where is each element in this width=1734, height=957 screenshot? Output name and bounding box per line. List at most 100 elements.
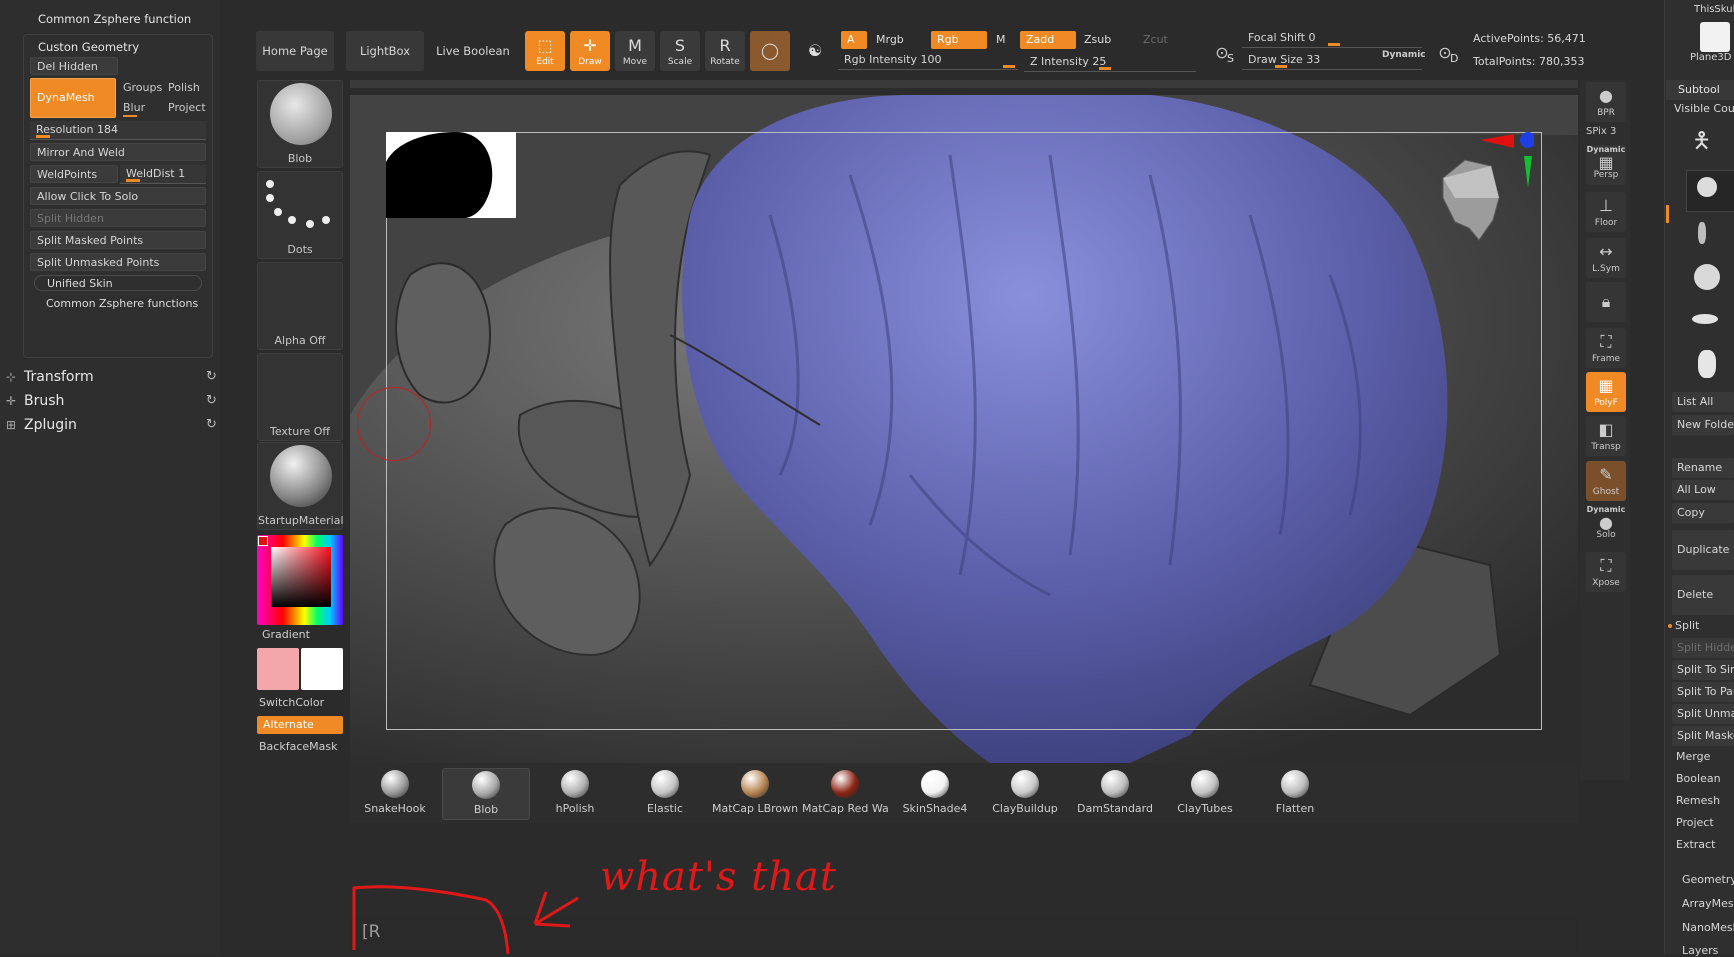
welddist-slider[interactable]: WeldDist 1 [120,165,206,184]
color-saturation-square[interactable] [271,547,331,607]
allow-click-to-solo-button[interactable]: Allow Click To Solo [30,187,206,205]
split-masked-points-button[interactable]: Split Masked Points [30,231,206,249]
brush-slot[interactable]: MatCap Red Wax [802,768,888,818]
zcut-toggle[interactable]: Zcut [1137,31,1193,49]
switch-color-button[interactable]: SwitchColor [259,696,324,709]
subtool-bust-icon[interactable] [1698,350,1716,378]
a-toggle[interactable]: A [841,31,867,49]
bpr-button[interactable]: ● BPR [1586,82,1626,122]
merge-subpalette[interactable]: Merge [1676,750,1710,763]
color-picker[interactable] [257,535,343,625]
project-toggle[interactable]: Project [168,99,212,117]
refresh-icon[interactable]: ↻ [206,414,217,436]
sculptris-pro-button[interactable]: ◯ [750,31,790,71]
alternate-button[interactable]: Alternate [257,716,343,734]
all-low-button[interactable]: All Low [1672,480,1734,500]
subtool-disc-icon[interactable] [1692,314,1718,324]
live-boolean-button[interactable]: Live Boolean [434,31,512,71]
lsym-button[interactable]: ↔ L.Sym [1586,238,1626,278]
tool-thumb-label[interactable]: ThisSkul [1694,4,1734,15]
group-title[interactable]: Custon Geometry [38,40,139,54]
secondary-color-swatch[interactable] [301,648,343,690]
dynamesh-button[interactable]: DynaMesh [30,78,116,118]
move-mode-button[interactable]: M Move [615,31,655,71]
split-unmasked-button[interactable]: Split Unmas [1672,704,1734,724]
layers-menu[interactable]: Layers [1682,944,1718,957]
lightbox-button[interactable]: LightBox [346,31,424,71]
subtool-figure-icon[interactable]: 🯅︎ [1692,124,1711,162]
s-toggle[interactable]: S [1227,52,1234,65]
mrgb-toggle[interactable]: Mrgb [870,31,928,49]
brush-slot[interactable]: hPolish [532,768,618,818]
split-subpalette[interactable]: Split [1675,619,1699,632]
backface-mask-button[interactable]: BackfaceMask [259,740,337,753]
head-orientation-icon[interactable] [1435,158,1505,242]
xpose-button[interactable]: ⛶ Xpose [1586,552,1626,592]
rotate-mode-button[interactable]: R Rotate [705,31,745,71]
duplicate-button[interactable]: Duplicate [1672,530,1734,570]
material-thumbnail[interactable]: StartupMaterial [257,442,344,530]
delete-button[interactable]: Delete [1672,575,1734,615]
subtool-hair-icon[interactable] [1694,264,1720,290]
main-color-swatch[interactable] [257,648,299,690]
brush-slot[interactable]: Blob [442,768,530,820]
brush-slot[interactable]: ClayBuildup [982,768,1068,818]
menu-transform[interactable]: ⊹ Transform ↻ [6,366,217,388]
home-page-button[interactable]: Home Page [256,31,334,71]
zsub-toggle[interactable]: Zsub [1078,31,1134,49]
brush-slot[interactable]: MatCap LBrownC [712,768,798,818]
rgb-toggle[interactable]: Rgb [931,31,987,49]
copy-button[interactable]: Copy [1672,503,1734,523]
edit-mode-button[interactable]: ⬚ Edit [525,31,565,71]
split-hidden-button[interactable]: Split Hidden [30,209,206,227]
m-toggle[interactable]: M [990,31,1016,49]
subtool-header[interactable]: Subtool [1666,80,1734,100]
boolean-subpalette[interactable]: Boolean [1676,772,1721,785]
rename-button[interactable]: Rename [1672,458,1734,478]
zadd-toggle[interactable]: Zadd [1020,31,1076,49]
del-hidden-button[interactable]: Del Hidden [30,57,118,75]
brush-slot[interactable]: SkinShade4 [892,768,978,818]
split-to-similar-button[interactable]: Split To Sim [1672,660,1734,680]
spix-slider[interactable]: SPix 3 [1586,126,1626,137]
polyf-button[interactable]: ▦ PolyF [1586,372,1626,412]
split-to-parts-button[interactable]: Split To Par [1672,682,1734,702]
brush-slot[interactable]: Elastic [622,768,708,818]
z-intensity-slider[interactable]: Z Intensity 25 [1024,53,1196,72]
split-masked-button[interactable]: Split Maske [1672,726,1734,746]
common-zsphere-functions[interactable]: Common Zsphere functions [46,297,198,310]
weldpoints-button[interactable]: WeldPoints [30,165,118,183]
new-folder-button[interactable]: New Folder [1672,415,1734,435]
d-toggle[interactable]: D [1450,52,1458,65]
brush-slot[interactable]: ClayTubes [1162,768,1248,818]
subtool-scroll-marker[interactable] [1666,205,1669,223]
plane3d-label[interactable]: Plane3D [1690,52,1732,63]
subtool-head-selected[interactable] [1686,170,1734,212]
visible-count-slider[interactable]: Visible Cou [1674,102,1734,115]
texture-thumbnail[interactable]: Texture Off [257,353,343,441]
refresh-icon[interactable]: ↻ [206,366,217,388]
extract-subpalette[interactable]: Extract [1676,838,1715,851]
persp-button[interactable]: Dynamic ▦ Persp [1586,145,1626,185]
subtool-list[interactable]: 🯅︎ [1686,120,1734,400]
brush-slot[interactable]: Flatten [1252,768,1338,818]
solo-button[interactable]: Dynamic ● Solo [1586,505,1626,545]
scale-mode-button[interactable]: S Scale [660,31,700,71]
resolution-slider[interactable]: Resolution 184 [30,121,206,140]
plane3d-thumbnail[interactable] [1700,22,1730,52]
subtool-leaf-icon[interactable] [1698,222,1706,244]
lock-button[interactable]: 🔒︎ [1586,282,1626,322]
remesh-subpalette[interactable]: Remesh [1676,794,1720,807]
dynamic-size-toggle[interactable]: Dynamic [1382,50,1426,60]
gizmo-toggle[interactable]: ☯ [795,31,835,71]
menu-brush[interactable]: ✛ Brush ↻ [6,390,217,412]
draw-mode-button[interactable]: ✛ Draw [570,31,610,71]
list-all-button[interactable]: List All [1672,392,1734,412]
alpha-thumbnail[interactable]: Alpha Off [257,262,343,350]
brush-slot[interactable]: DamStandard [1072,768,1158,818]
unified-skin-subpalette[interactable]: Unified Skin [34,275,202,291]
brush-thumbnail[interactable]: Blob [257,80,343,168]
rgb-intensity-slider[interactable]: Rgb Intensity 100 [838,51,1018,70]
menu-zplugin[interactable]: ⊞ Zplugin ↻ [6,414,217,436]
floor-button[interactable]: ⊥ Floor [1586,192,1626,232]
